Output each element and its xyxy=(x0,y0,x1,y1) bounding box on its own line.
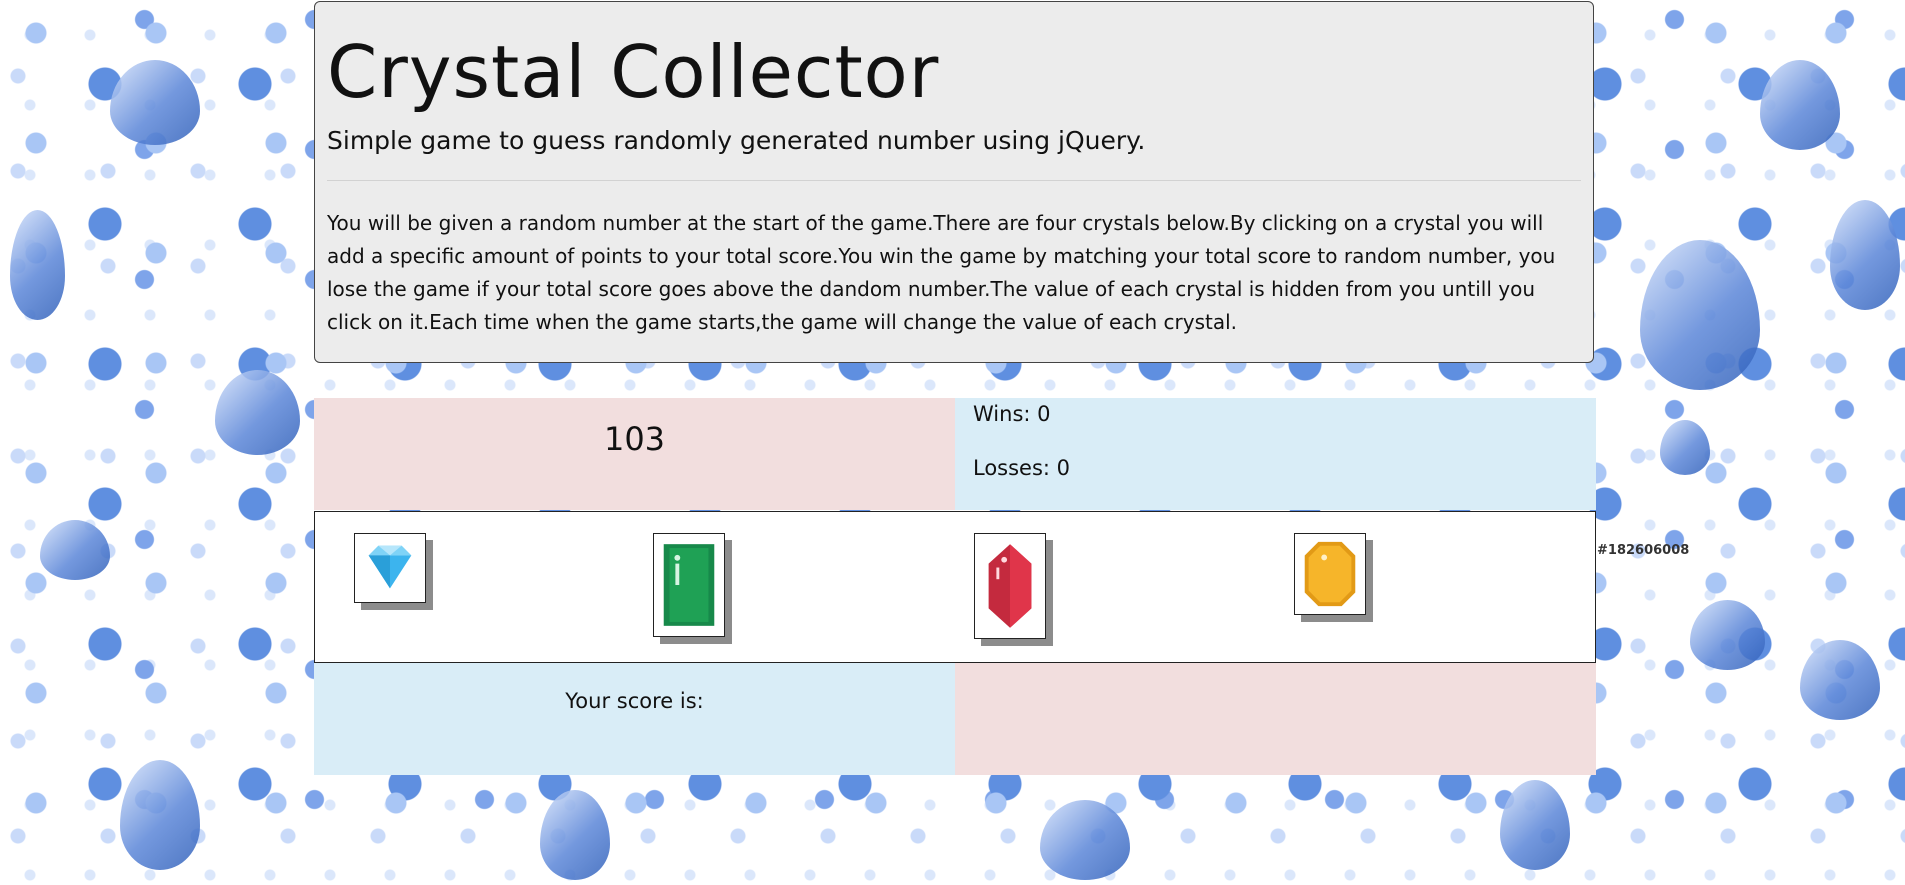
score-panel: Your score is: xyxy=(314,663,955,775)
page-title: Crystal Collector xyxy=(327,30,940,114)
crystal-button-green[interactable] xyxy=(653,533,725,637)
blue-diamond-icon xyxy=(368,545,412,589)
target-number-panel: 103 xyxy=(314,398,955,510)
target-number: 103 xyxy=(603,420,666,458)
crystal-button-yellow[interactable] xyxy=(1294,533,1366,615)
score-value-panel xyxy=(955,663,1596,775)
win-loss-panel: Wins: 0 Losses: 0 xyxy=(955,398,1596,510)
page-subtitle: Simple game to guess randomly generated … xyxy=(327,126,1146,155)
wins-counter: Wins: 0 xyxy=(973,402,1051,426)
crystal-panel xyxy=(314,511,1596,663)
stats-row: 103 Wins: 0 Losses: 0 xyxy=(314,398,1596,510)
score-row: Your score is: xyxy=(314,663,1596,775)
game-instructions: You will be given a random number at the… xyxy=(327,211,1556,334)
watermark-id: #182606008 xyxy=(1597,543,1690,558)
score-label: Your score is: xyxy=(565,689,704,713)
jumbotron: Crystal Collector Simple game to guess r… xyxy=(314,1,1594,363)
green-crystal-icon xyxy=(663,544,715,626)
yellow-crystal-icon xyxy=(1304,541,1356,607)
divider xyxy=(327,180,1581,181)
crystal-button-blue[interactable] xyxy=(354,533,426,603)
red-crystal-icon xyxy=(988,544,1032,628)
losses-counter: Losses: 0 xyxy=(973,456,1071,480)
crystal-button-red[interactable] xyxy=(974,533,1046,639)
